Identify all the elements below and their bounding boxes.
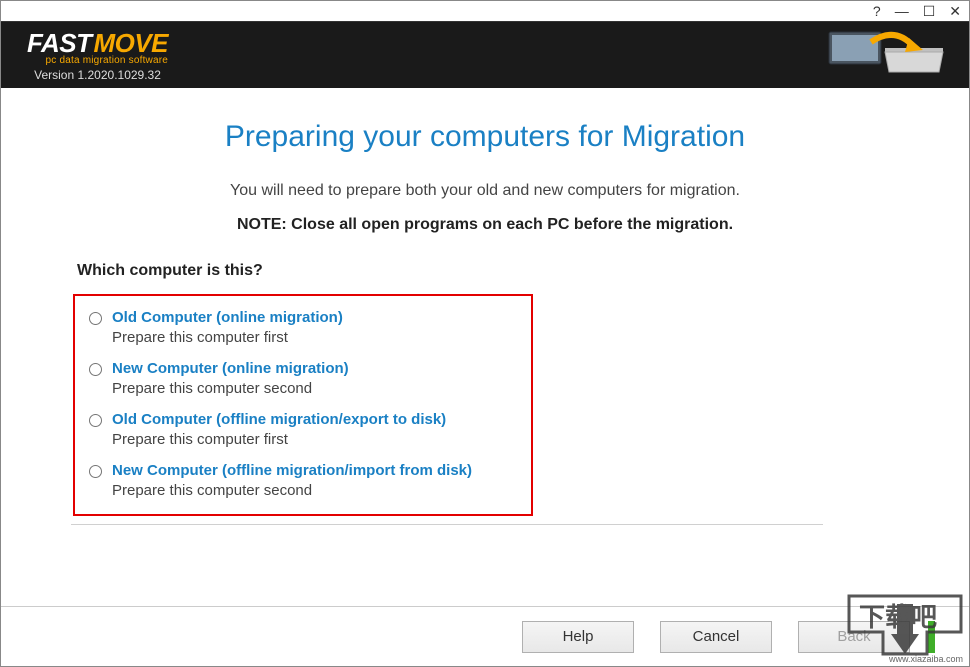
option-old-offline[interactable]: Old Computer (offline migration/export t… bbox=[89, 410, 513, 449]
option-new-offline[interactable]: New Computer (offline migration/import f… bbox=[89, 461, 513, 500]
back-button[interactable]: Back bbox=[798, 621, 910, 653]
option-label: New Computer (offline migration/import f… bbox=[112, 461, 472, 481]
radio-old-offline[interactable] bbox=[89, 414, 102, 427]
question-label: Which computer is this? bbox=[77, 262, 899, 280]
watermark-url: www.xiazaiba.com bbox=[889, 654, 963, 664]
page-title: Preparing your computers for Migration bbox=[71, 120, 899, 154]
radio-new-online[interactable] bbox=[89, 363, 102, 376]
footer-bar: Help Cancel Back bbox=[1, 606, 969, 666]
migration-illustration-icon bbox=[827, 28, 947, 83]
maximize-icon[interactable]: ☐ bbox=[923, 4, 936, 18]
option-desc: Prepare this computer second bbox=[112, 481, 472, 501]
option-desc: Prepare this computer second bbox=[112, 379, 349, 399]
radio-old-online[interactable] bbox=[89, 312, 102, 325]
app-header: FASTMOVE pc data migration software Vers… bbox=[1, 21, 969, 88]
note-text: NOTE: Close all open programs on each PC… bbox=[71, 216, 899, 234]
intro-text: You will need to prepare both your old a… bbox=[71, 182, 899, 200]
content-divider bbox=[71, 524, 823, 525]
option-label: New Computer (online migration) bbox=[112, 359, 349, 379]
close-icon[interactable]: ✕ bbox=[949, 4, 961, 18]
help-button[interactable]: Help bbox=[522, 621, 634, 653]
minimize-icon[interactable]: — bbox=[895, 4, 909, 18]
cancel-button[interactable]: Cancel bbox=[660, 621, 772, 653]
option-label: Old Computer (offline migration/export t… bbox=[112, 410, 446, 430]
next-button-edge[interactable] bbox=[928, 621, 935, 653]
radio-new-offline[interactable] bbox=[89, 465, 102, 478]
option-new-online[interactable]: New Computer (online migration) Prepare … bbox=[89, 359, 513, 398]
help-icon[interactable]: ? bbox=[873, 4, 881, 18]
options-highlight-box: Old Computer (online migration) Prepare … bbox=[73, 294, 533, 516]
option-desc: Prepare this computer first bbox=[112, 430, 446, 450]
titlebar: ? — ☐ ✕ bbox=[1, 1, 969, 21]
version-label: Version 1.2020.1029.32 bbox=[27, 68, 168, 82]
option-desc: Prepare this computer first bbox=[112, 328, 343, 348]
option-old-online[interactable]: Old Computer (online migration) Prepare … bbox=[89, 308, 513, 347]
option-label: Old Computer (online migration) bbox=[112, 308, 343, 328]
main-content: Preparing your computers for Migration Y… bbox=[1, 88, 969, 525]
logo-tagline: pc data migration software bbox=[27, 55, 168, 66]
logo-block: FASTMOVE pc data migration software Vers… bbox=[27, 28, 168, 82]
